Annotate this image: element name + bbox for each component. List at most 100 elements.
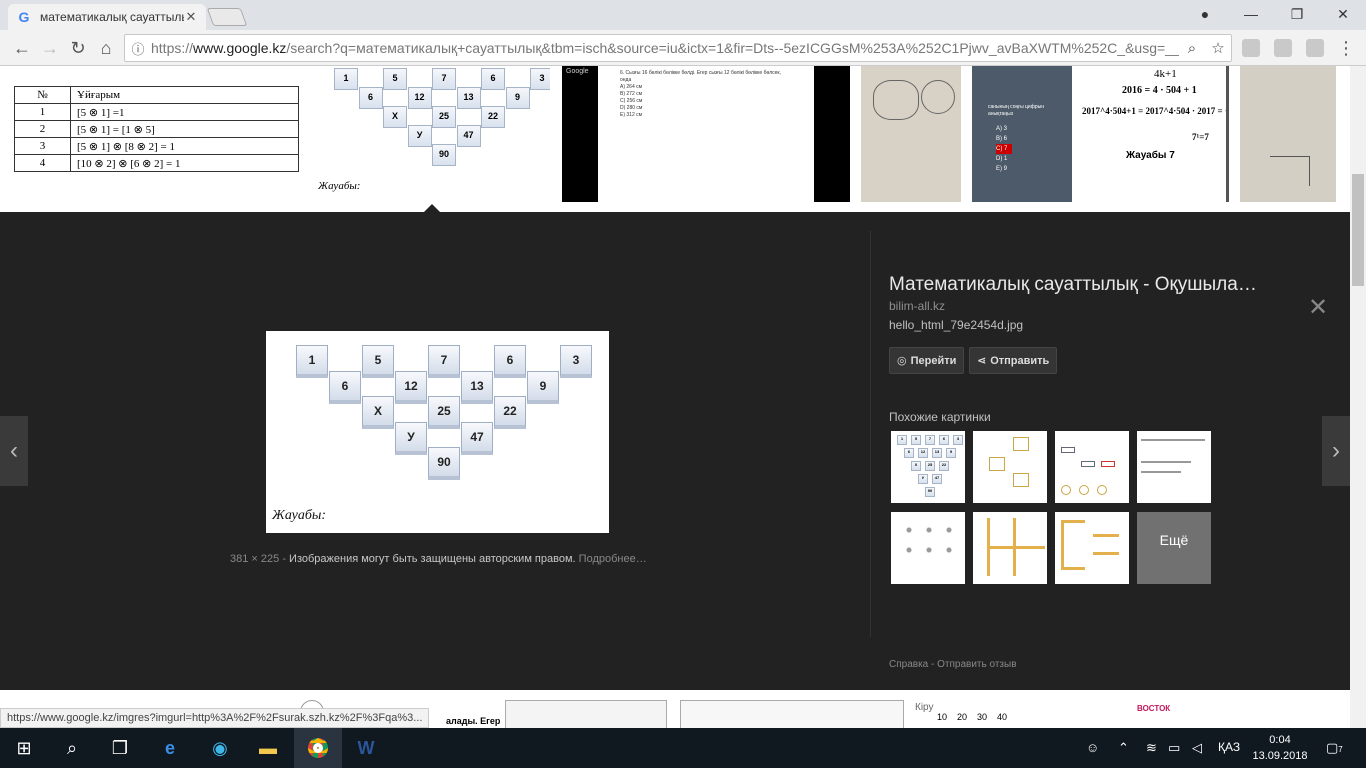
forward-icon[interactable]: → [38, 36, 62, 60]
similar-image-thumbnail[interactable] [973, 431, 1047, 503]
pyramid-tile: 6 [494, 345, 526, 378]
notifications-icon[interactable]: ▢7 [1326, 740, 1343, 756]
image-title[interactable]: Математикалық сауаттылық - Оқушыла… [889, 274, 1257, 296]
image-results-row: № Ұйғарым 1 [5 ⊗ 1] =1 2 [5 ⊗ 1] = [1 ⊗ 5] … [0, 66, 1350, 212]
share-button[interactable]: ⋖ Отправить [969, 347, 1058, 374]
extension-icon[interactable] [1274, 39, 1292, 57]
menu-icon[interactable]: ⋮ [1334, 36, 1358, 60]
result-thumbnail[interactable]: № Ұйғарым 1 [5 ⊗ 1] =1 2 [5 ⊗ 1] = [1 ⊗ 5] … [14, 66, 300, 202]
chrome-icon[interactable] [294, 728, 342, 768]
search-icon[interactable]: ⌕ [48, 728, 96, 768]
clock[interactable]: 0:04 13.09.2018 [1250, 732, 1310, 764]
visit-button[interactable]: ◎ Перейти [889, 347, 965, 374]
image-filename: hello_html_79e2454d.jpg [889, 318, 1024, 332]
volume-icon[interactable]: ◁ [1192, 740, 1202, 756]
address-bar[interactable]: ⓘ https://www.google.kz/search?q=математ… [124, 34, 1232, 62]
more-similar-button[interactable]: Ещё [1137, 512, 1211, 584]
pyramid-tile: 6 [329, 370, 361, 404]
similar-image-thumbnail[interactable] [1055, 431, 1129, 503]
task-view-icon[interactable]: ❐ [96, 728, 144, 768]
result-thumbnail[interactable] [505, 700, 667, 728]
result-thumbnail-selected[interactable]: Жауабы: 1 5 7 6 3 6 12 13 9 X 25 22 У 47 90 [310, 66, 550, 196]
extension-icon[interactable] [1242, 39, 1260, 57]
pyramid-tile: X [362, 396, 394, 429]
thumb-text: 30 [977, 712, 988, 722]
thumb-text: 10 [937, 712, 948, 722]
result-thumbnail[interactable]: санының соңғы цифрын анықтаңыз A) 3 B) 6… [972, 66, 1072, 202]
pyramid-tile-mini: 7 [925, 435, 935, 445]
similar-image-thumbnail[interactable] [891, 512, 965, 584]
profile-icon[interactable]: ● [1182, 0, 1228, 28]
scrollbar-thumb[interactable] [1352, 174, 1364, 286]
result-thumbnail[interactable]: 4k+1 2016 = 4 · 504 + 1 2017^4·504+1 = 2… [1074, 66, 1229, 202]
search-icon[interactable]: ⌕ [1179, 40, 1205, 57]
google-watermark: Google [566, 68, 589, 75]
thumb-text: Жауабы 7 [1126, 150, 1175, 161]
word-icon[interactable]: W [342, 728, 390, 768]
file-explorer-icon[interactable]: ▬ [244, 728, 292, 768]
selection-caret [424, 204, 440, 212]
tab-title: математикалық сауаттылы [40, 10, 184, 24]
url-text[interactable]: https://www.google.kz/search?q=математик… [151, 40, 1179, 56]
panel-divider [870, 231, 871, 637]
similar-image-thumbnail[interactable] [1137, 431, 1211, 503]
bookmark-star-icon[interactable]: ☆ [1205, 39, 1231, 57]
home-icon[interactable]: ⌂ [94, 36, 118, 60]
back-icon[interactable]: ← [10, 36, 34, 60]
preview-image[interactable]: 1 5 7 6 3 6 12 13 9 X 25 22 У 47 90 [266, 331, 609, 533]
maximize-button[interactable]: ❐ [1274, 0, 1320, 28]
thumb-text: 20 [957, 712, 968, 722]
tray-chevron-icon[interactable]: ⌃ [1118, 740, 1129, 756]
pyramid-tile: 9 [527, 370, 559, 404]
extension-icon[interactable] [1306, 39, 1324, 57]
result-thumbnail[interactable] [861, 66, 961, 202]
status-bar-url: https://www.google.kz/imgres?imgurl=http… [0, 708, 430, 728]
people-icon[interactable]: ☺ [1086, 740, 1099, 755]
pyramid-tile: 7 [428, 345, 460, 378]
thumb-text: ВОСТОК [1137, 704, 1171, 713]
reload-icon[interactable]: ↻ [66, 36, 90, 60]
result-thumbnail[interactable]: 6. Сызғы 16 бөлікі бөлікке бөлді. Егер с… [562, 66, 850, 202]
next-arrow-icon[interactable]: › [1322, 416, 1350, 486]
pyramid-tile-small: 47 [456, 125, 481, 147]
toolbar: ← → ↻ ⌂ ⓘ https://www.google.kz/search?q… [0, 30, 1366, 66]
more-info-link[interactable]: Подробнее… [579, 553, 647, 565]
result-thumbnail[interactable] [1240, 66, 1336, 202]
pyramid-tile-mini: 25 [925, 461, 935, 471]
close-viewer-icon[interactable]: ✕ [1308, 293, 1328, 322]
thumb-text: D) 280 см [620, 105, 643, 111]
help-link[interactable]: Справка [889, 659, 928, 670]
thumb-text: B) 6 [996, 136, 1008, 142]
google-icon: G [18, 9, 30, 25]
similar-image-thumbnail[interactable]: 1 5 7 6 3 6 12 13 9 X 25 22 У 47 90 [891, 431, 965, 503]
similar-image-thumbnail[interactable] [973, 512, 1047, 584]
store-icon[interactable]: ◉ [196, 728, 244, 768]
similar-image-thumbnail[interactable] [1055, 512, 1129, 584]
language-indicator[interactable]: ҚАЗ [1218, 740, 1240, 754]
globe-icon: ◎ [897, 355, 907, 367]
start-windows-icon[interactable]: ⊞ [0, 728, 48, 768]
notification-count: 7 [1338, 745, 1343, 754]
image-dimensions: 381 × 225 [230, 553, 280, 565]
scrollbar[interactable] [1350, 66, 1366, 728]
feedback-link[interactable]: Отправить отзыв [937, 659, 1016, 670]
thumb-text: B) 272 см [620, 91, 643, 97]
info-icon[interactable]: ⓘ [125, 39, 151, 58]
result-thumbnail[interactable] [680, 700, 904, 728]
pyramid-tile-mini: 12 [918, 448, 928, 458]
wifi-icon[interactable]: ≋ [1146, 740, 1157, 756]
edge-icon[interactable]: e [146, 728, 194, 768]
browser-tab[interactable]: G математикалық сауаттылы ✕ [8, 4, 206, 30]
pyramid-tile-mini: 1 [897, 435, 907, 445]
image-source-site[interactable]: bilim-all.kz [889, 299, 945, 313]
battery-icon[interactable]: ▭ [1168, 740, 1180, 756]
previous-arrow-icon[interactable]: ‹ [0, 416, 28, 486]
pyramid-tile-mini: 22 [939, 461, 949, 471]
minimize-button[interactable]: — [1228, 0, 1274, 28]
result-thumbnail[interactable]: Кіру 10 20 30 40 ВОСТОК [913, 702, 1183, 728]
close-window-button[interactable]: ✕ [1320, 0, 1366, 28]
close-tab-icon[interactable]: ✕ [184, 9, 198, 25]
pyramid-tile-mini: 6 [939, 435, 949, 445]
new-tab-button[interactable] [206, 8, 248, 26]
share-button-label: Отправить [990, 354, 1050, 367]
